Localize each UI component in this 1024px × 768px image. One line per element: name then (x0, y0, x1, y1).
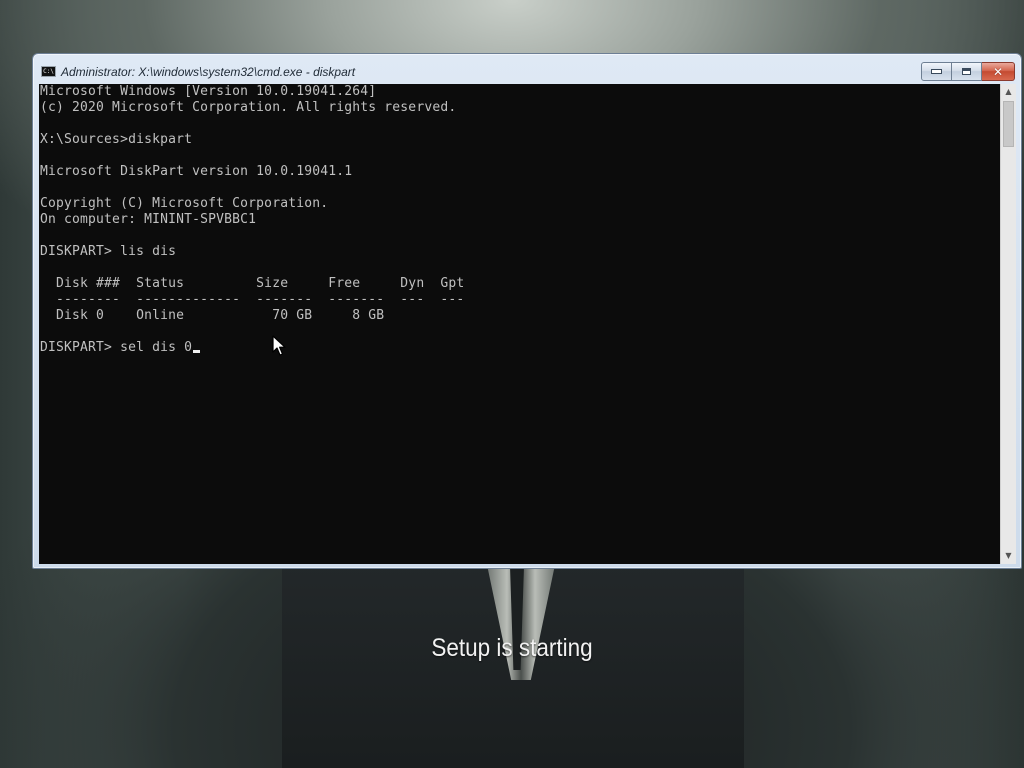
console-line: DISKPART> lis dis (40, 244, 177, 259)
console-line: Microsoft Windows [Version 10.0.19041.26… (40, 84, 377, 99)
minimize-button[interactable] (921, 62, 952, 81)
console-line: -------- ------------- ------- ------- -… (40, 292, 465, 307)
console-line: Microsoft DiskPart version 10.0.19041.1 (40, 164, 353, 179)
scroll-down-arrow-icon[interactable]: ▼ (1001, 548, 1016, 564)
caption-buttons: ✕ (921, 62, 1015, 81)
cmd-icon[interactable]: C:\ (41, 66, 56, 77)
minimize-icon (931, 69, 942, 74)
console-line: X:\Sources>diskpart (40, 132, 193, 147)
console-line: Disk 0 Online 70 GB 8 GB (40, 308, 385, 323)
close-button[interactable]: ✕ (982, 62, 1015, 81)
diskpart-prompt: DISKPART> (40, 340, 121, 355)
mouse-pointer-icon (272, 335, 286, 356)
console-line: Disk ### Status Size Free Dyn Gpt (40, 276, 465, 291)
vertical-scrollbar[interactable]: ▲ ▼ (1000, 84, 1016, 564)
console-line: (c) 2020 Microsoft Corporation. All righ… (40, 100, 457, 115)
console-text: Microsoft Windows [Version 10.0.19041.26… (40, 84, 464, 356)
cmd-window[interactable]: C:\ Administrator: X:\windows\system32\c… (32, 53, 1022, 569)
scroll-up-arrow-icon[interactable]: ▲ (1001, 84, 1016, 100)
command-input[interactable]: sel dis 0 (120, 340, 192, 355)
console-lines: Microsoft Windows [Version 10.0.19041.26… (40, 84, 464, 340)
current-prompt-line[interactable]: DISKPART> sel dis 0 (40, 340, 464, 356)
maximize-icon (962, 68, 971, 75)
console-output[interactable]: Microsoft Windows [Version 10.0.19041.26… (39, 84, 1000, 564)
setup-status-text: Setup is starting (431, 634, 593, 662)
console-line: On computer: MININT-SPVBBC1 (40, 212, 257, 227)
window-title: Administrator: X:\windows\system32\cmd.e… (61, 65, 356, 79)
close-icon: ✕ (992, 64, 1004, 79)
console-line: Copyright (C) Microsoft Corporation. (40, 196, 329, 211)
scrollbar-thumb[interactable] (1003, 101, 1014, 147)
title-bar[interactable]: C:\ Administrator: X:\windows\system32\c… (33, 54, 1021, 84)
text-cursor (193, 350, 201, 353)
maximize-button[interactable] (952, 62, 982, 81)
